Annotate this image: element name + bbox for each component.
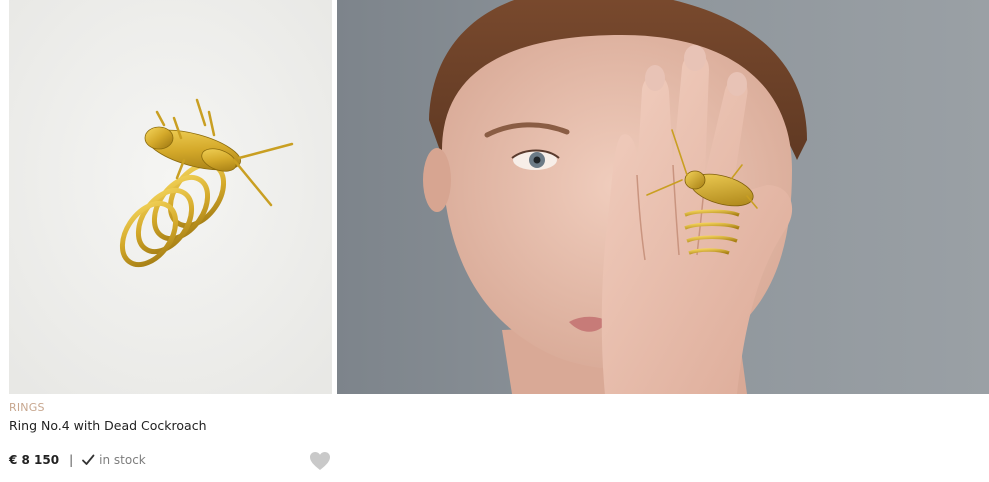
model-wearing-ring-illustration <box>337 0 989 394</box>
price-row: € 8 150 | in stock <box>9 451 146 469</box>
product-title[interactable]: Ring No.4 with Dead Cockroach <box>9 418 207 433</box>
heart-icon <box>309 452 331 475</box>
model-photo[interactable] <box>337 0 989 394</box>
category-link[interactable]: RINGS <box>9 401 45 414</box>
product-image[interactable] <box>9 0 332 394</box>
wishlist-button[interactable] <box>309 451 331 471</box>
check-icon <box>81 453 95 467</box>
product-card: RINGS Ring No.4 with Dead Cockroach € 8 … <box>9 0 332 482</box>
stock-status: in stock <box>99 453 146 467</box>
product-price: € 8 150 <box>9 453 60 467</box>
gold-ring-illustration <box>9 0 332 394</box>
separator: | <box>69 453 74 467</box>
